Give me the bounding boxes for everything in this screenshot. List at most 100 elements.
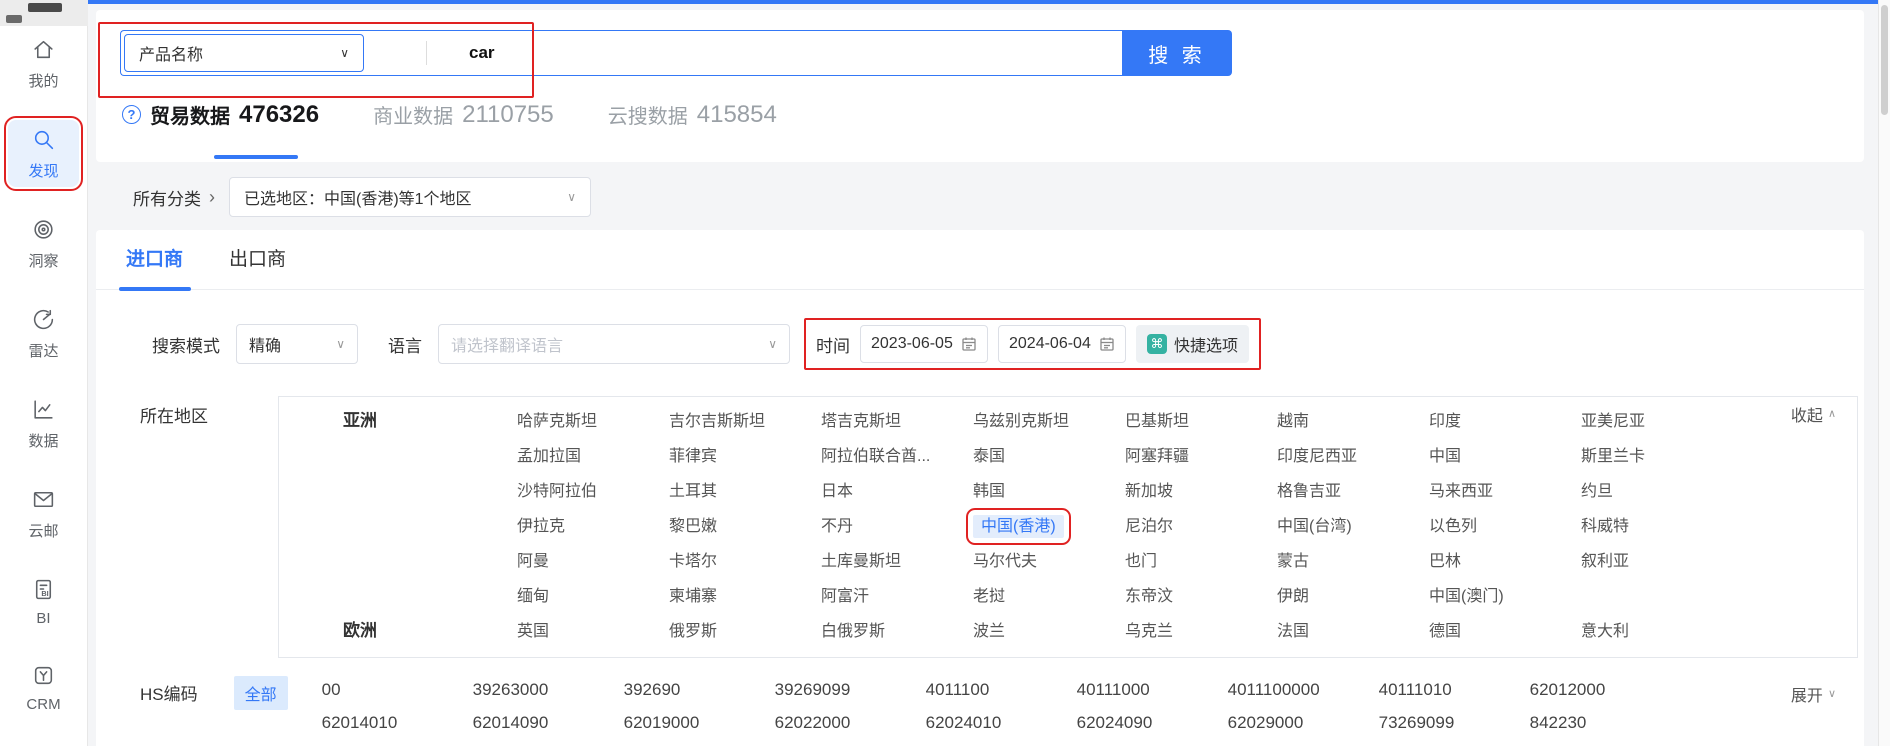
trade-tab[interactable]: 出口商: [229, 244, 286, 289]
date-from-input[interactable]: 2023-06-05: [860, 325, 988, 363]
country-item[interactable]: 卡塔尔: [669, 553, 717, 570]
country-item[interactable]: 科威特: [1581, 518, 1629, 535]
country-item[interactable]: 中国(澳门): [1429, 588, 1504, 605]
country-item[interactable]: 孟加拉国: [517, 448, 581, 465]
hs-all-chip[interactable]: 全部: [234, 676, 288, 710]
country-item[interactable]: 捷克: [821, 658, 853, 659]
country-item[interactable]: 新加坡: [1125, 483, 1173, 500]
country-item[interactable]: 日本: [821, 483, 853, 500]
sidebar-item-radar[interactable]: 雷达: [8, 300, 79, 367]
country-item[interactable]: 法国: [1277, 623, 1309, 640]
search-field-selector[interactable]: 产品名称: [124, 34, 364, 72]
collapse-link[interactable]: 收起: [1791, 402, 1836, 426]
country-item[interactable]: 尼泊尔: [1125, 518, 1173, 535]
hs-code-item[interactable]: 62029000: [1228, 713, 1379, 733]
country-item[interactable]: 塔吉克斯坦: [821, 413, 901, 430]
hs-code-item[interactable]: 73269099: [1379, 713, 1530, 733]
country-item[interactable]: 巴林: [1429, 553, 1461, 570]
country-item[interactable]: 乌兹别克斯坦: [973, 413, 1069, 430]
hs-code-item[interactable]: 62012000: [1530, 680, 1681, 700]
country-item[interactable]: 马来西亚: [1429, 483, 1493, 500]
hs-code-item[interactable]: 392690: [624, 680, 775, 700]
sidebar-item-cloud-mail[interactable]: 云邮: [8, 480, 79, 547]
date-to-input[interactable]: 2024-06-04: [998, 325, 1126, 363]
hs-code-item[interactable]: 39263000: [473, 680, 624, 700]
country-item[interactable]: 德国: [1429, 623, 1461, 640]
hs-code-item[interactable]: 40111000: [1077, 680, 1228, 700]
hs-code-item[interactable]: 62022000: [775, 713, 926, 733]
sidebar-item-bi[interactable]: BIBI: [8, 570, 79, 633]
country-item[interactable]: 塞浦路斯: [1429, 658, 1493, 659]
country-item[interactable]: 叙利亚: [1581, 553, 1629, 570]
sidebar-item-apps[interactable]: 应用: [8, 742, 79, 746]
sidebar-item-home[interactable]: 我的: [8, 30, 79, 97]
country-item[interactable]: 越南: [1277, 413, 1309, 430]
language-select[interactable]: 请选择翻译语言: [438, 324, 790, 364]
country-item[interactable]: 俄罗斯: [669, 623, 717, 640]
country-item[interactable]: 亚美尼亚: [1581, 413, 1645, 430]
country-item[interactable]: 韩国: [973, 483, 1005, 500]
country-item[interactable]: 荷兰: [669, 658, 701, 659]
scrollbar-thumb[interactable]: [1881, 5, 1888, 115]
sidebar-item-insight[interactable]: 洞察: [8, 210, 79, 277]
hs-code-item[interactable]: 62014090: [473, 713, 624, 733]
country-item[interactable]: 白俄罗斯: [821, 623, 885, 640]
country-item[interactable]: 吉尔吉斯斯坦: [669, 413, 765, 430]
country-item[interactable]: 阿尔巴尼亚: [1581, 658, 1661, 659]
country-item[interactable]: 土耳其: [669, 483, 717, 500]
page-scrollbar[interactable]: [1878, 0, 1890, 746]
search-button[interactable]: 搜 索: [1122, 30, 1232, 76]
country-item[interactable]: 中国: [1429, 448, 1461, 465]
trade-tab[interactable]: 进口商: [126, 244, 183, 289]
country-item[interactable]: 马尔代夫: [973, 553, 1037, 570]
hs-code-item[interactable]: 62024090: [1077, 713, 1228, 733]
country-item[interactable]: 中国(台湾): [1277, 518, 1352, 535]
country-item[interactable]: 约旦: [1581, 483, 1613, 500]
all-categories-link[interactable]: 所有分类: [133, 185, 201, 210]
sidebar-item-discover[interactable]: 发现: [8, 120, 79, 187]
country-item[interactable]: 菲律宾: [669, 448, 717, 465]
country-item[interactable]: 伊朗: [1277, 588, 1309, 605]
data-tab[interactable]: 云搜数据415854: [608, 100, 777, 129]
hs-code-item[interactable]: 39269099: [775, 680, 926, 700]
hs-code-item[interactable]: 62024010: [926, 713, 1077, 733]
country-item[interactable]: 老挝: [973, 588, 1005, 605]
country-item[interactable]: 印度尼西亚: [1277, 448, 1357, 465]
country-item[interactable]: 阿塞拜疆: [1125, 448, 1189, 465]
country-item[interactable]: 黎巴嫩: [669, 518, 717, 535]
country-item[interactable]: 土库曼斯坦: [821, 553, 901, 570]
country-item[interactable]: 柬埔寨: [669, 588, 717, 605]
hs-code-item[interactable]: 40111010: [1379, 680, 1530, 700]
country-item[interactable]: 也门: [1125, 553, 1157, 570]
country-item[interactable]: 印度: [1429, 413, 1461, 430]
country-item[interactable]: 缅甸: [517, 588, 549, 605]
sidebar-item-data[interactable]: 数据: [8, 390, 79, 457]
hs-code-item[interactable]: 4011100: [926, 680, 1077, 700]
country-item[interactable]: 意大利: [1581, 623, 1629, 640]
country-item[interactable]: 西班牙: [517, 658, 565, 659]
country-item[interactable]: 希腊: [973, 658, 1005, 659]
data-tab[interactable]: 贸易数据476326: [122, 100, 319, 129]
sidebar-item-crm[interactable]: CRM: [8, 656, 79, 719]
country-item-selected[interactable]: 中国(香港): [973, 515, 1064, 538]
country-item[interactable]: 东帝汶: [1125, 588, 1173, 605]
country-item[interactable]: 英国: [517, 623, 549, 640]
hs-code-item[interactable]: 62014010: [322, 713, 473, 733]
hs-code-item[interactable]: 842230: [1530, 713, 1681, 733]
country-item[interactable]: 波兰: [973, 623, 1005, 640]
quick-options-button[interactable]: 快捷选项: [1136, 325, 1249, 363]
hs-code-item[interactable]: 4011100000: [1228, 680, 1379, 700]
search-mode-select[interactable]: 精确: [236, 324, 358, 364]
search-query-input[interactable]: car: [469, 43, 495, 63]
hs-code-item[interactable]: 00: [322, 680, 473, 700]
country-item[interactable]: 阿曼: [517, 553, 549, 570]
data-tab[interactable]: 商业数据2110755: [373, 100, 554, 129]
country-item[interactable]: 阿拉伯联合酋...: [821, 448, 930, 465]
country-item[interactable]: 以色列: [1429, 518, 1477, 535]
selected-region-dropdown[interactable]: 已选地区：中国(香港)等1个地区: [229, 177, 591, 217]
country-item[interactable]: 伊拉克: [517, 518, 565, 535]
country-item[interactable]: 哈萨克斯坦: [517, 413, 597, 430]
expand-link[interactable]: 展开: [1791, 682, 1836, 706]
country-item[interactable]: 格鲁吉亚: [1277, 483, 1341, 500]
country-item[interactable]: 泰国: [973, 448, 1005, 465]
